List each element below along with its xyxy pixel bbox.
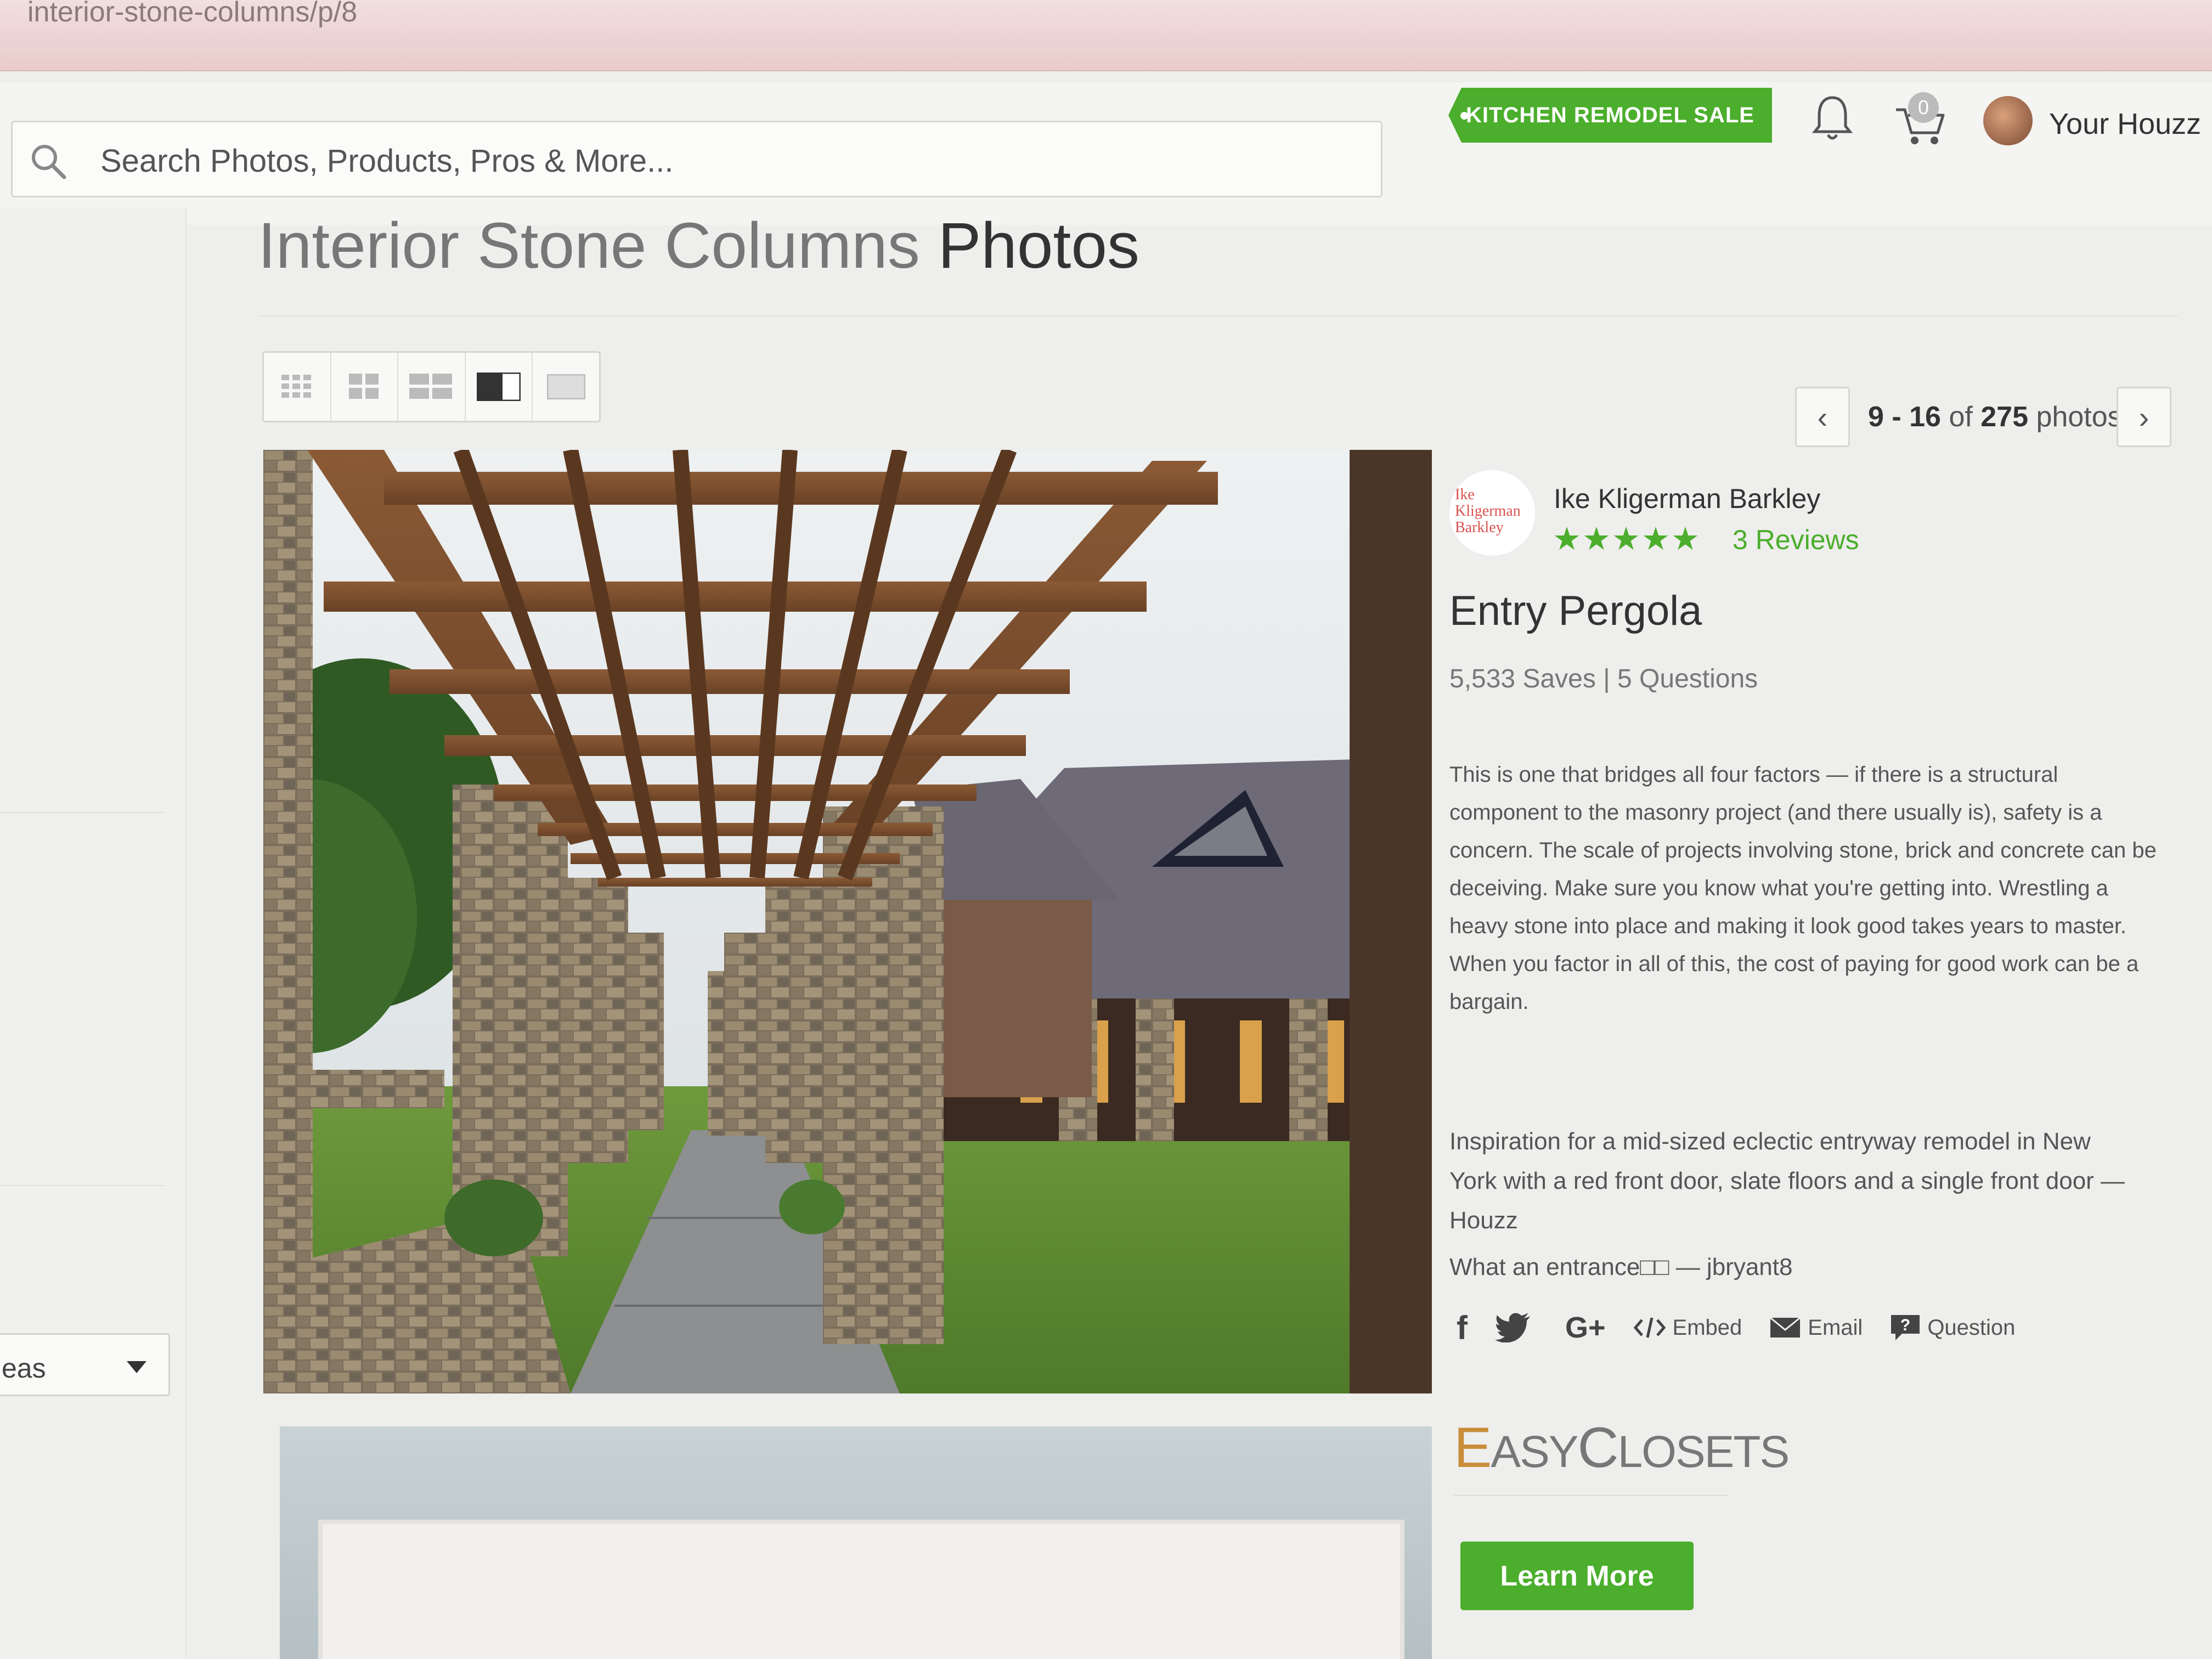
- logo-text-losets: LOSETS: [1617, 1427, 1790, 1477]
- search-icon: [32, 145, 66, 179]
- pager-range: 9 - 16: [1868, 401, 1941, 433]
- svg-text:?: ?: [1900, 1316, 1910, 1334]
- small-grid-icon: [281, 375, 312, 398]
- question-button[interactable]: ? Question: [1890, 1314, 2015, 1341]
- photo-with-details-icon: [477, 373, 521, 401]
- sale-dot-icon: [1460, 112, 1468, 120]
- chevron-right-icon: ›: [2138, 399, 2149, 435]
- email-label: Email: [1808, 1315, 1863, 1340]
- kitchen-remodel-sale-button[interactable]: KITCHEN REMODEL SALE: [1448, 88, 1772, 143]
- full-photo-icon: [546, 374, 585, 399]
- mosaic-icon: [409, 374, 453, 399]
- reviews-link[interactable]: 3 Reviews: [1733, 524, 1859, 556]
- logo-letter-c: C: [1577, 1416, 1618, 1480]
- ideas-dropdown[interactable]: eas: [0, 1333, 170, 1396]
- sale-label: KITCHEN REMODEL SALE: [1466, 103, 1754, 127]
- logo-text-asy: ASY: [1491, 1427, 1578, 1477]
- medium-grid-view-button[interactable]: [331, 353, 399, 421]
- mosaic-view-button[interactable]: [398, 353, 466, 421]
- next-photo-inner: [318, 1520, 1404, 1659]
- pager-count: 9 - 16 of 275 photos: [1868, 400, 2122, 433]
- photo-inspiration-text: Inspiration for a mid-sized eclectic ent…: [1449, 1128, 2125, 1234]
- question-bubble-icon: ?: [1891, 1315, 1920, 1340]
- question-label: Question: [1927, 1315, 2016, 1340]
- pager-unit: photos: [2036, 401, 2122, 433]
- pergola-photo-illustration: [263, 450, 1432, 1393]
- easyclosets-logo[interactable]: EASYCLOSETS: [1454, 1415, 1790, 1481]
- medium-grid-icon: [348, 374, 379, 399]
- caret-down-icon: [127, 1361, 146, 1373]
- sidebar-divider: [0, 812, 165, 813]
- left-sidebar: [0, 208, 187, 1659]
- pro-logo[interactable]: Ike Kligerman Barkley: [1448, 469, 1536, 557]
- photo-title[interactable]: Entry Pergola: [1449, 587, 1702, 635]
- your-houzz-link[interactable]: Your Houzz: [2049, 107, 2201, 141]
- twitter-share[interactable]: [1494, 1313, 1538, 1342]
- main-photo[interactable]: [263, 450, 1432, 1393]
- photo-stats: 5,533 Saves | 5 Questions: [1449, 664, 1758, 693]
- full-photo-view-button[interactable]: [533, 353, 599, 421]
- previous-page-button[interactable]: ‹: [1795, 387, 1850, 447]
- url-text[interactable]: interior-stone-columns/p/8: [27, 0, 357, 29]
- small-grid-view-button[interactable]: [264, 353, 331, 421]
- bell-icon[interactable]: [1810, 93, 1854, 143]
- logo-letter-e: E: [1454, 1416, 1492, 1480]
- rating-stars: ★★★★★: [1553, 521, 1701, 557]
- photo-description: This is one that bridges all four factor…: [1449, 763, 2157, 1014]
- search-input[interactable]: [100, 139, 1307, 183]
- pager-total: 275: [1980, 401, 2029, 433]
- photo-comment: What an entrance□□ — jbryant8: [1449, 1254, 1793, 1280]
- googleplus-icon[interactable]: G+: [1565, 1311, 1606, 1345]
- facebook-icon[interactable]: f: [1457, 1309, 1468, 1347]
- detail-view-button[interactable]: [466, 353, 533, 421]
- code-icon: [1633, 1317, 1666, 1338]
- share-row: f G+ Embed Email ? Question: [1457, 1308, 2042, 1347]
- chevron-left-icon: ‹: [1817, 399, 1828, 435]
- twitter-icon: [1494, 1313, 1530, 1342]
- view-mode-toggles: [262, 351, 601, 422]
- sidebar-divider: [0, 1185, 165, 1186]
- site-header: [0, 82, 2212, 225]
- search-box[interactable]: [11, 121, 1383, 198]
- page-title: Interior Stone Columns Photos: [258, 208, 1139, 283]
- envelope-icon: [1770, 1317, 1801, 1338]
- embed-button[interactable]: Embed: [1633, 1316, 1742, 1340]
- page-title-suffix: Photos: [938, 210, 1139, 282]
- learn-more-button[interactable]: Learn More: [1460, 1542, 1694, 1610]
- avatar[interactable]: [1983, 96, 2033, 145]
- browser-url-bar: interior-stone-columns/p/8: [0, 0, 2212, 71]
- pager-of: of: [1949, 401, 1973, 433]
- ideas-dropdown-label: eas: [2, 1353, 46, 1384]
- ad-divider: [1454, 1495, 1728, 1496]
- pro-name-link[interactable]: Ike Kligerman Barkley: [1554, 483, 1820, 515]
- email-button[interactable]: Email: [1769, 1316, 1863, 1340]
- next-photo-preview[interactable]: [280, 1426, 1432, 1659]
- title-divider: [258, 315, 2178, 317]
- next-page-button[interactable]: ›: [2117, 387, 2171, 447]
- embed-label: Embed: [1672, 1315, 1742, 1340]
- page-title-topic: Interior Stone Columns: [258, 210, 920, 282]
- cart-count-badge: 0: [1908, 92, 1939, 123]
